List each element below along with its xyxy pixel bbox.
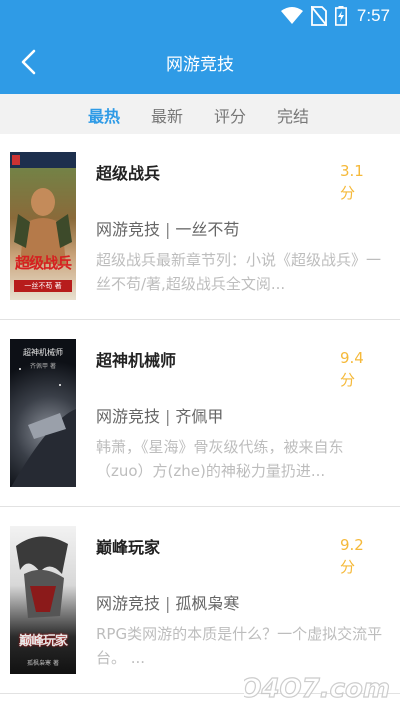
- tab-rating[interactable]: 评分: [214, 103, 246, 127]
- cover-title: 巅峰玩家: [18, 634, 68, 649]
- soldier-illustration: [10, 152, 76, 264]
- meta-separator: |: [165, 594, 171, 613]
- book-category: 网游竞技: [96, 407, 161, 426]
- battery-charging-icon: [334, 6, 347, 26]
- book-meta: 网游竞技 | 孤枫枭寒: [96, 590, 239, 614]
- book-cover: 巅峰玩家 孤枫枭寒 著: [10, 526, 76, 674]
- book-author: 齐佩甲: [175, 407, 224, 426]
- dragon-illustration: [16, 536, 68, 618]
- book-item[interactable]: 超级战兵 一丝不苟 著 超级战兵 3.1 分 网游竞技 | 一丝不苟 超级战兵最新章…: [0, 134, 400, 320]
- cover-title: 超神机械师: [23, 348, 63, 357]
- book-item[interactable]: 超神机械师 齐佩甲 著 超神机械师 9.4 分 网游竞技 | 齐佩甲 韩萧，《星海》…: [0, 321, 400, 507]
- book-title: 超神机械师: [96, 351, 177, 370]
- app-header: 7:57 网游竞技: [0, 0, 400, 94]
- book-description: 韩萧，《星海》骨灰级代练，被来自东（zuo）方(zhe)的神秘力量扔进...: [96, 438, 344, 480]
- sort-tab-bar: 最热 最新 评分 完结: [0, 94, 400, 134]
- score-value: 9.4: [340, 349, 364, 367]
- cover-author: 一丝不苟 著: [14, 280, 72, 292]
- score-value: 3.1: [340, 162, 364, 180]
- book-score: 9.2 分: [340, 534, 380, 578]
- score-unit: 分: [340, 184, 356, 202]
- tab-newest[interactable]: 最新: [151, 103, 183, 127]
- cover-author: 齐佩甲 著: [30, 363, 56, 370]
- wifi-icon: [280, 7, 303, 24]
- book-meta: 网游竞技 | 一丝不苟: [96, 216, 239, 240]
- book-category: 网游竞技: [96, 220, 161, 239]
- book-description: 超级战兵最新章节列：小说《超级战兵》一丝不苟/著,超级战兵全文阅...: [96, 251, 382, 293]
- no-sim-icon: [310, 6, 327, 26]
- cover-author: 孤枫枭寒 著: [27, 660, 59, 667]
- status-bar: 7:57: [0, 0, 400, 32]
- book-cover: 超级战兵 一丝不苟 著: [10, 152, 76, 300]
- book-cover: 超神机械师 齐佩甲 著: [10, 339, 76, 487]
- site-watermark-logo: 4O4O7.com: [244, 673, 391, 704]
- book-title: 超级战兵: [96, 164, 161, 183]
- book-score: 3.1 分: [340, 160, 380, 204]
- book-category: 网游竞技: [96, 594, 161, 613]
- tab-completed[interactable]: 完结: [277, 103, 309, 127]
- book-author: 一丝不苟: [175, 220, 240, 239]
- book-meta: 网游竞技 | 齐佩甲: [96, 403, 223, 427]
- status-icons: 7:57: [280, 5, 390, 27]
- watermark-text: 4O4O7.com: [244, 674, 390, 704]
- score-unit: 分: [340, 558, 356, 576]
- book-title: 巅峰玩家: [96, 538, 161, 557]
- page-title: 网游竞技: [166, 55, 234, 75]
- cover-title: 超级战兵: [14, 254, 72, 272]
- status-clock: 7:57: [356, 6, 390, 25]
- score-value: 9.2: [340, 536, 364, 554]
- meta-separator: |: [165, 220, 171, 239]
- tab-hottest[interactable]: 最热: [88, 103, 120, 127]
- book-score: 9.4 分: [340, 347, 380, 391]
- score-unit: 分: [340, 371, 356, 389]
- book-author: 孤枫枭寒: [175, 594, 240, 613]
- meta-separator: |: [165, 407, 171, 426]
